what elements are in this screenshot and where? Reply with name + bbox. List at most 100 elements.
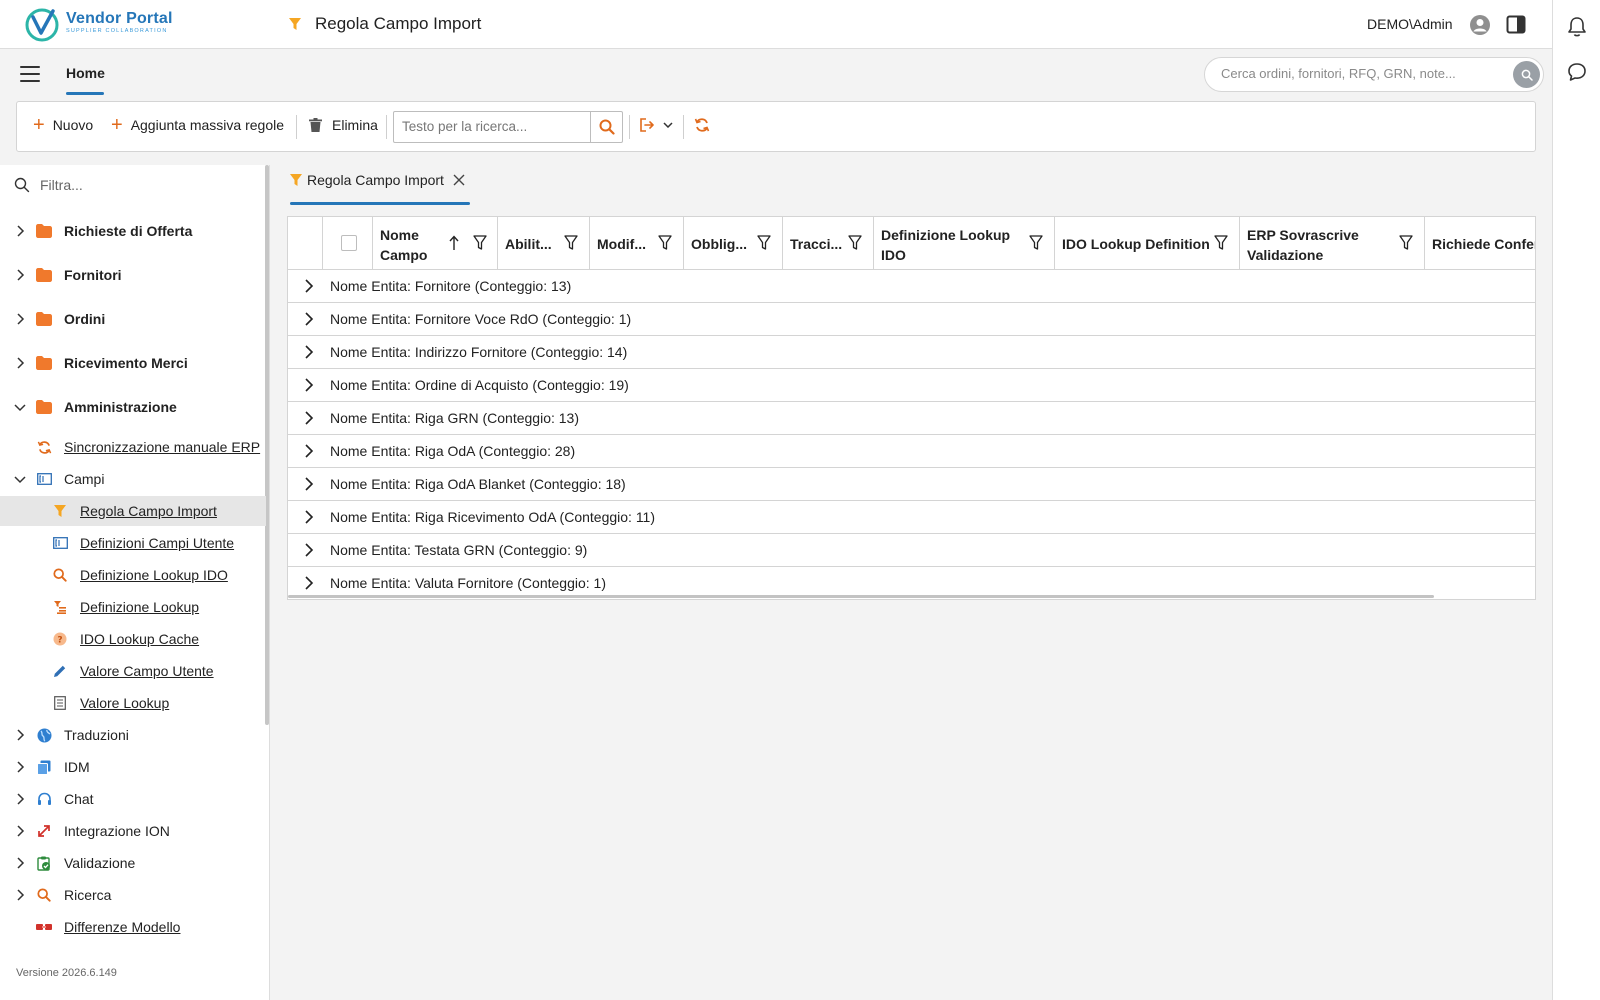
side-panel-icon[interactable] <box>1506 15 1526 34</box>
tab-home[interactable]: Home <box>66 65 105 81</box>
filter-icon[interactable] <box>658 235 672 251</box>
export-dropdown[interactable] <box>639 118 673 132</box>
sidebar-item-definizione-lookup[interactable]: Definizione Lookup <box>0 592 266 622</box>
chevron-right-icon[interactable] <box>301 378 315 392</box>
chevron-right-icon[interactable] <box>301 345 315 359</box>
group-row[interactable]: Nome Entita: Riga OdA (Conteggio: 28) <box>288 435 1535 468</box>
chevron-right-icon[interactable] <box>301 312 315 326</box>
folder-icon <box>36 355 52 371</box>
group-row[interactable]: Nome Entita: Riga Ricevimento OdA (Conte… <box>288 501 1535 534</box>
sidebar-item-differenze-modello[interactable]: Differenze Modello <box>0 912 266 942</box>
chevron-right-icon[interactable] <box>301 411 315 425</box>
sidebar-item-definizioni-campi-utente[interactable]: Definizioni Campi Utente <box>0 528 266 558</box>
chevron-right-icon[interactable] <box>301 279 315 293</box>
sidebar-item-campi[interactable]: Campi <box>0 464 266 494</box>
delete-button[interactable]: Elimina <box>309 117 378 133</box>
group-row[interactable]: Nome Entita: Ordine di Acquisto (Contegg… <box>288 369 1535 402</box>
group-row[interactable]: Nome Entita: Fornitore Voce RdO (Contegg… <box>288 303 1535 336</box>
close-icon[interactable] <box>453 174 465 186</box>
chevron-right-icon[interactable] <box>301 477 315 491</box>
documents-icon <box>36 759 52 775</box>
group-row-label: Nome Entita: Riga GRN (Conteggio: 13) <box>330 410 579 426</box>
sidebar-item-richieste-di-offerta[interactable]: Richieste di Offerta <box>0 216 266 246</box>
tab-label: Regola Campo Import <box>307 172 444 188</box>
app-logo[interactable]: Vendor Portal SUPPLIER COLLABORATION <box>24 6 173 42</box>
clipboard-check-icon <box>36 855 52 871</box>
group-row[interactable]: Nome Entita: Fornitore (Conteggio: 13) <box>288 270 1535 303</box>
sidebar-item-label: Definizione Lookup IDO <box>80 567 228 583</box>
sidebar-item-sincronizzazione-manuale-erp[interactable]: Sincronizzazione manuale ERP <box>0 432 266 462</box>
column-header-definizione-lookup-ido[interactable]: Definizione Lookup IDO <box>874 217 1055 270</box>
column-header-modificabile[interactable]: Modif... <box>590 217 684 270</box>
sidebar-item-ricevimento-merci[interactable]: Ricevimento Merci <box>0 348 266 378</box>
column-header-ido-lookup-definition[interactable]: IDO Lookup Definition <box>1055 217 1240 270</box>
group-row[interactable]: Nome Entita: Testata GRN (Conteggio: 9) <box>288 534 1535 567</box>
group-row[interactable]: Nome Entita: Indirizzo Fornitore (Conteg… <box>288 336 1535 369</box>
sidebar-filter-input[interactable] <box>40 177 240 193</box>
filter-icon[interactable] <box>564 235 578 251</box>
bulk-add-rules-button[interactable]: + Aggiunta massiva regole <box>111 115 284 135</box>
filter-icon[interactable] <box>848 235 862 251</box>
tab-regola-campo-import[interactable]: Regola Campo Import <box>290 172 465 188</box>
search-icon <box>36 887 52 903</box>
filter-icon[interactable] <box>473 235 487 251</box>
group-row[interactable]: Nome Entita: Riga OdA Blanket (Conteggio… <box>288 468 1535 501</box>
chat-icon[interactable] <box>1567 62 1587 82</box>
chevron-right-icon[interactable] <box>301 576 315 590</box>
column-header-obbligatorio[interactable]: Obblig... <box>684 217 783 270</box>
funnel-icon <box>290 173 302 186</box>
sort-ascending-icon[interactable] <box>449 235 459 251</box>
chevron-right-icon[interactable] <box>301 543 315 557</box>
chevron-right-icon[interactable] <box>301 444 315 458</box>
folder-icon <box>36 311 52 327</box>
sidebar-item-ido-lookup-cache[interactable]: ? IDO Lookup Cache <box>0 624 266 654</box>
column-header-tracciato[interactable]: Tracci... <box>783 217 874 270</box>
global-search-input[interactable] <box>1221 66 1501 81</box>
filter-icon[interactable] <box>757 235 771 251</box>
sidebar-item-amministrazione[interactable]: Amministrazione <box>0 392 266 422</box>
grid-horizontal-scrollbar[interactable] <box>288 595 1434 598</box>
chevron-right-icon <box>17 269 25 281</box>
plus-icon: + <box>33 114 45 136</box>
sidebar-item-traduzioni[interactable]: Traduzioni <box>0 720 266 750</box>
pencil-icon <box>52 663 68 679</box>
chevron-right-icon <box>17 313 25 325</box>
filter-icon[interactable] <box>1029 235 1043 251</box>
sidebar-item-label: Ricevimento Merci <box>64 355 188 371</box>
sidebar-item-valore-lookup[interactable]: Valore Lookup <box>0 688 266 718</box>
column-title: Richiede Confer <box>1432 236 1536 252</box>
chevron-right-icon[interactable] <box>301 510 315 524</box>
user-name[interactable]: DEMO\Admin <box>1367 16 1453 32</box>
sidebar-item-label: Fornitori <box>64 267 122 283</box>
hamburger-menu-icon[interactable] <box>20 66 40 82</box>
new-button[interactable]: + Nuovo <box>33 114 93 136</box>
sidebar-item-fornitori[interactable]: Fornitori <box>0 260 266 290</box>
filter-icon[interactable] <box>1399 235 1413 251</box>
toolbar-search-input[interactable] <box>402 119 582 134</box>
sidebar-item-ricerca[interactable]: Ricerca <box>0 880 266 910</box>
toolbar-search-button[interactable] <box>590 112 622 142</box>
sidebar-item-regola-campo-import[interactable]: Regola Campo Import <box>0 496 266 526</box>
nav-bar: Home <box>0 49 1552 99</box>
bell-icon[interactable] <box>1567 16 1587 38</box>
sidebar-item-integrazione-ion[interactable]: Integrazione ION <box>0 816 266 846</box>
sidebar-item-idm[interactable]: IDM <box>0 752 266 782</box>
filter-icon[interactable] <box>1214 235 1228 251</box>
global-search-button[interactable] <box>1513 61 1540 88</box>
sidebar-item-validazione[interactable]: Validazione <box>0 848 266 878</box>
sidebar-item-definizione-lookup-ido[interactable]: Definizione Lookup IDO <box>0 560 266 590</box>
sidebar-item-chat[interactable]: Chat <box>0 784 266 814</box>
select-all-checkbox[interactable] <box>341 235 357 251</box>
tab-home-indicator <box>66 92 104 95</box>
column-header-nome-campo[interactable]: Nome Campo <box>373 217 498 270</box>
user-avatar-icon[interactable] <box>1469 14 1491 36</box>
refresh-button[interactable] <box>694 117 710 133</box>
sidebar-item-ordini[interactable]: Ordini <box>0 304 266 334</box>
sidebar-item-valore-campo-utente[interactable]: Valore Campo Utente <box>0 656 266 686</box>
column-header-erp-sovrascrive-validazione[interactable]: ERP Sovrascrive Validazione <box>1240 217 1425 270</box>
column-header-richiede-conferma[interactable]: Richiede Confer <box>1425 217 1536 270</box>
toolbar-search <box>393 111 623 143</box>
column-header-abilitato[interactable]: Abilit... <box>498 217 590 270</box>
group-row[interactable]: Nome Entita: Riga GRN (Conteggio: 13) <box>288 402 1535 435</box>
sidebar-item-label: IDO Lookup Cache <box>80 631 200 647</box>
